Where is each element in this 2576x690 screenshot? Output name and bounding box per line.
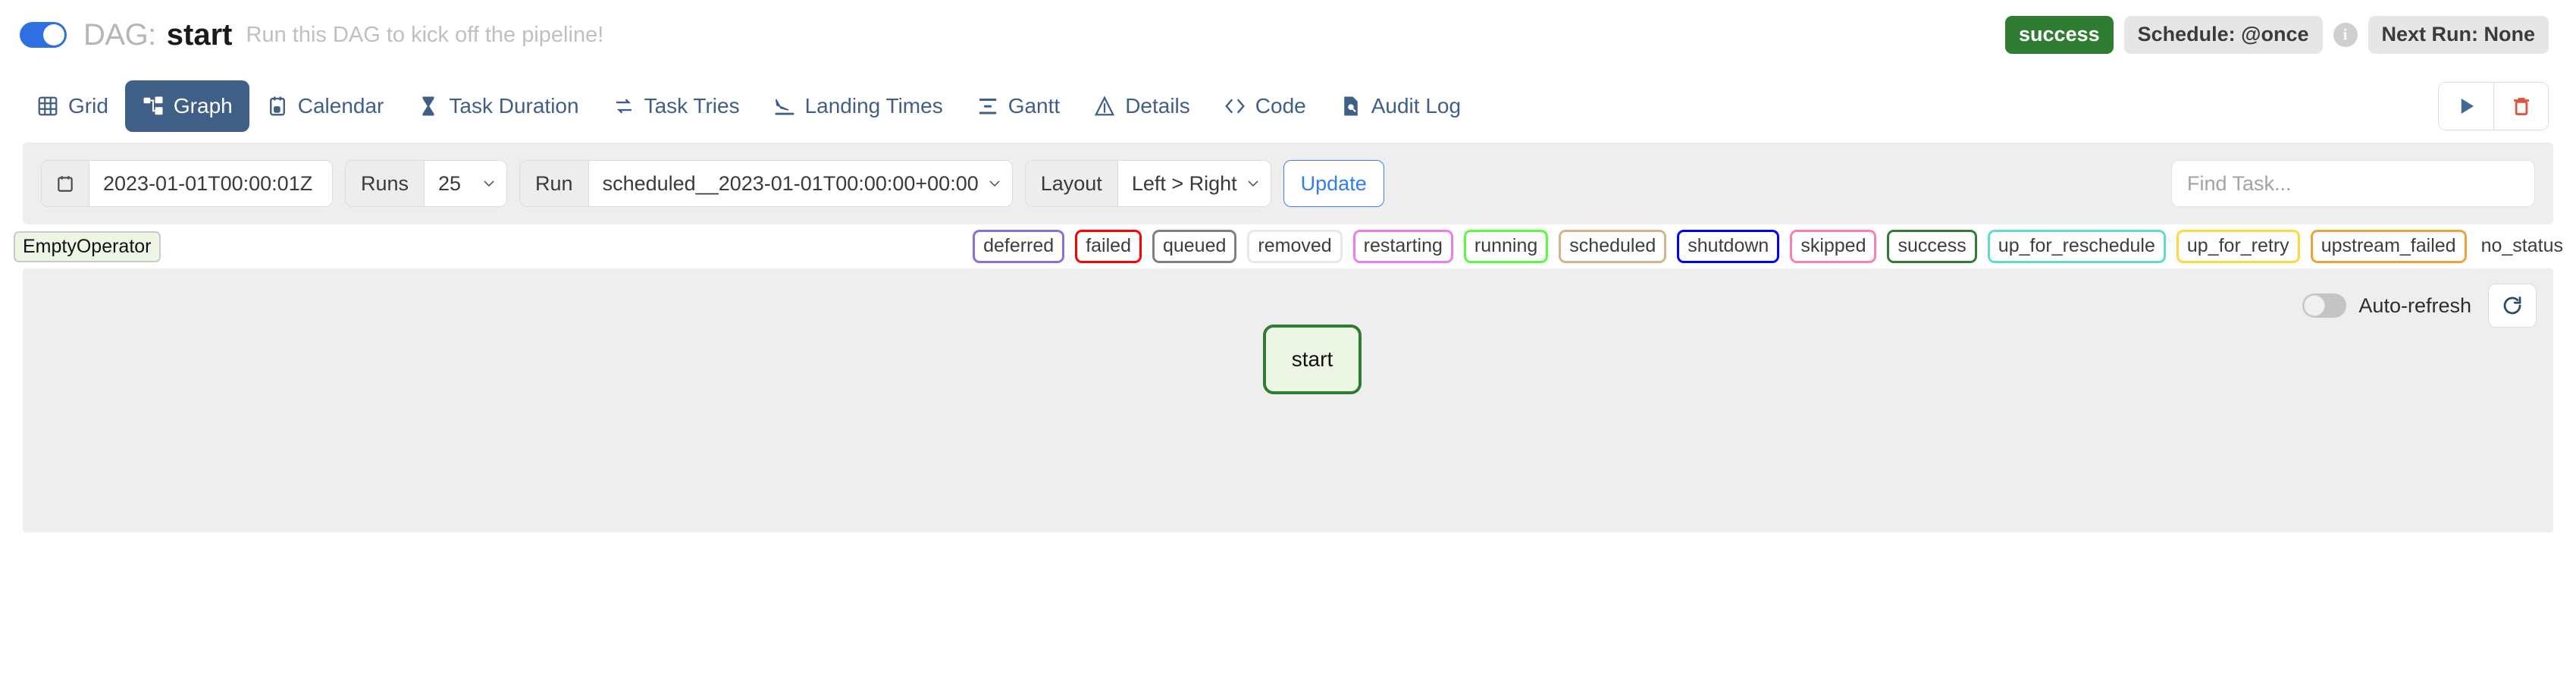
auto-refresh-toggle-knob	[2304, 295, 2326, 316]
dag-pause-toggle-knob	[43, 24, 64, 45]
audit-log-icon	[1340, 95, 1362, 118]
tab-landing-times[interactable]: Landing Times	[757, 80, 960, 132]
graph-toolbar: Runs 25 Run scheduled__2023-01-01T00:00:…	[23, 143, 2553, 224]
status-legend-up_for_retry[interactable]: up_for_retry	[2176, 230, 2300, 263]
graph-canvas[interactable]: Auto-refresh start	[23, 268, 2553, 532]
tab-graph[interactable]: Graph	[124, 80, 249, 132]
triangle-icon	[1093, 95, 1116, 118]
tab-label: Task Tries	[644, 94, 740, 118]
run-group: Run scheduled__2023-01-01T00:00:00+00:00	[519, 160, 1013, 207]
layout-label: Layout	[1025, 161, 1118, 206]
gantt-icon	[976, 95, 999, 118]
status-legend-removed[interactable]: removed	[1247, 230, 1343, 263]
chevron-down-icon	[1248, 180, 1258, 187]
play-icon	[2461, 99, 2474, 114]
dag-label: DAG:	[83, 17, 156, 52]
status-legend-running[interactable]: running	[1463, 230, 1549, 263]
tab-audit-log[interactable]: Audit Log	[1323, 80, 1478, 132]
tab-details[interactable]: Details	[1076, 80, 1207, 132]
header-status-group: success Schedule: @once i Next Run: None	[2005, 16, 2549, 54]
tab-label: Graph	[173, 94, 233, 118]
status-legend-shutdown[interactable]: shutdown	[1677, 230, 1780, 263]
runs-select[interactable]: 25	[425, 161, 507, 206]
auto-refresh-control[interactable]: Auto-refresh	[2302, 293, 2471, 318]
refresh-icon	[2503, 296, 2521, 315]
dag-actions	[2438, 82, 2549, 130]
status-legend-deferred[interactable]: deferred	[973, 230, 1065, 263]
graph-icon	[142, 95, 165, 118]
execution-date-group	[41, 160, 333, 207]
dag-pause-toggle[interactable]	[20, 22, 67, 48]
chevron-down-icon	[484, 180, 494, 187]
page-header: DAG: start Run this DAG to kick off the …	[0, 0, 2576, 70]
status-legend-up_for_reschedule[interactable]: up_for_reschedule	[1987, 230, 2166, 263]
tab-label: Calendar	[297, 94, 384, 118]
schedule-badge: Schedule: @once	[2123, 16, 2323, 54]
calendar-icon	[266, 95, 289, 118]
run-select[interactable]: scheduled__2023-01-01T00:00:00+00:00	[588, 161, 1012, 206]
update-button[interactable]: Update	[1283, 160, 1384, 207]
status-legend-skipped[interactable]: skipped	[1790, 230, 1877, 263]
legend-row: EmptyOperator deferred failed queued remove…	[0, 224, 2576, 268]
runs-select-value: 25	[438, 171, 462, 195]
task-node-label: start	[1291, 347, 1333, 371]
info-icon[interactable]: i	[2333, 22, 2358, 47]
execution-date-input[interactable]	[89, 161, 332, 206]
trash-icon	[2513, 98, 2529, 115]
tab-label: Audit Log	[1371, 94, 1462, 118]
status-legend-scheduled[interactable]: scheduled	[1559, 230, 1667, 263]
hourglass-icon	[417, 95, 440, 118]
tab-gantt[interactable]: Gantt	[960, 80, 1076, 132]
landing-icon	[773, 95, 796, 118]
runs-group: Runs 25	[345, 160, 508, 207]
refresh-button[interactable]	[2488, 284, 2537, 328]
tab-label: Task Duration	[449, 94, 579, 118]
task-node-start[interactable]: start	[1263, 325, 1362, 394]
retry-icon	[613, 95, 635, 118]
tab-label: Gantt	[1008, 94, 1061, 118]
page-title: start	[166, 17, 233, 52]
tab-task-tries[interactable]: Task Tries	[596, 80, 757, 132]
layout-group: Layout Left > Right	[1024, 160, 1271, 207]
run-select-value: scheduled__2023-01-01T00:00:00+00:00	[602, 171, 979, 195]
find-task-input[interactable]	[2171, 160, 2535, 207]
tab-task-duration[interactable]: Task Duration	[400, 80, 595, 132]
layout-select-value: Left > Right	[1131, 171, 1237, 195]
delete-dag-button[interactable]	[2493, 83, 2548, 130]
grid-icon	[36, 95, 59, 118]
operator-legend-badge: EmptyOperator	[14, 231, 161, 262]
trigger-dag-play-button[interactable]	[2439, 83, 2493, 130]
chevron-down-icon	[989, 180, 1000, 187]
runs-label: Runs	[346, 161, 425, 206]
status-badge: success	[2005, 16, 2114, 54]
tab-label: Grid	[68, 94, 108, 118]
next-run-badge: Next Run: None	[2368, 16, 2549, 54]
status-legend-upstream_failed[interactable]: upstream_failed	[2310, 230, 2467, 263]
tab-label: Landing Times	[804, 94, 943, 118]
status-legend-no_status[interactable]: no_status	[2477, 230, 2567, 263]
tab-calendar[interactable]: Calendar	[249, 80, 401, 132]
status-legend-success[interactable]: success	[1887, 230, 1977, 263]
tab-label: Code	[1255, 94, 1306, 118]
status-legend-queued[interactable]: queued	[1152, 230, 1237, 263]
tab-code[interactable]: Code	[1207, 80, 1323, 132]
code-icon	[1224, 95, 1246, 118]
tab-grid[interactable]: Grid	[20, 80, 125, 132]
tab-label: Details	[1125, 94, 1190, 118]
run-label: Run	[520, 161, 589, 206]
canvas-tools: Auto-refresh	[2302, 284, 2537, 328]
status-legend-failed[interactable]: failed	[1075, 230, 1142, 263]
dag-action-button-group	[2438, 82, 2549, 130]
view-tabbar: Grid Graph Calendar Task Duration Task T…	[0, 70, 2576, 143]
auto-refresh-toggle[interactable]	[2302, 293, 2347, 318]
dag-description: Run this DAG to kick off the pipeline!	[246, 22, 604, 47]
auto-refresh-label: Auto-refresh	[2358, 293, 2471, 317]
status-legend-restarting[interactable]: restarting	[1352, 230, 1453, 263]
layout-select[interactable]: Left > Right	[1117, 161, 1271, 206]
status-legend: deferred failed queued removed restarting run…	[973, 230, 2570, 263]
calendar-icon[interactable]	[42, 161, 89, 206]
